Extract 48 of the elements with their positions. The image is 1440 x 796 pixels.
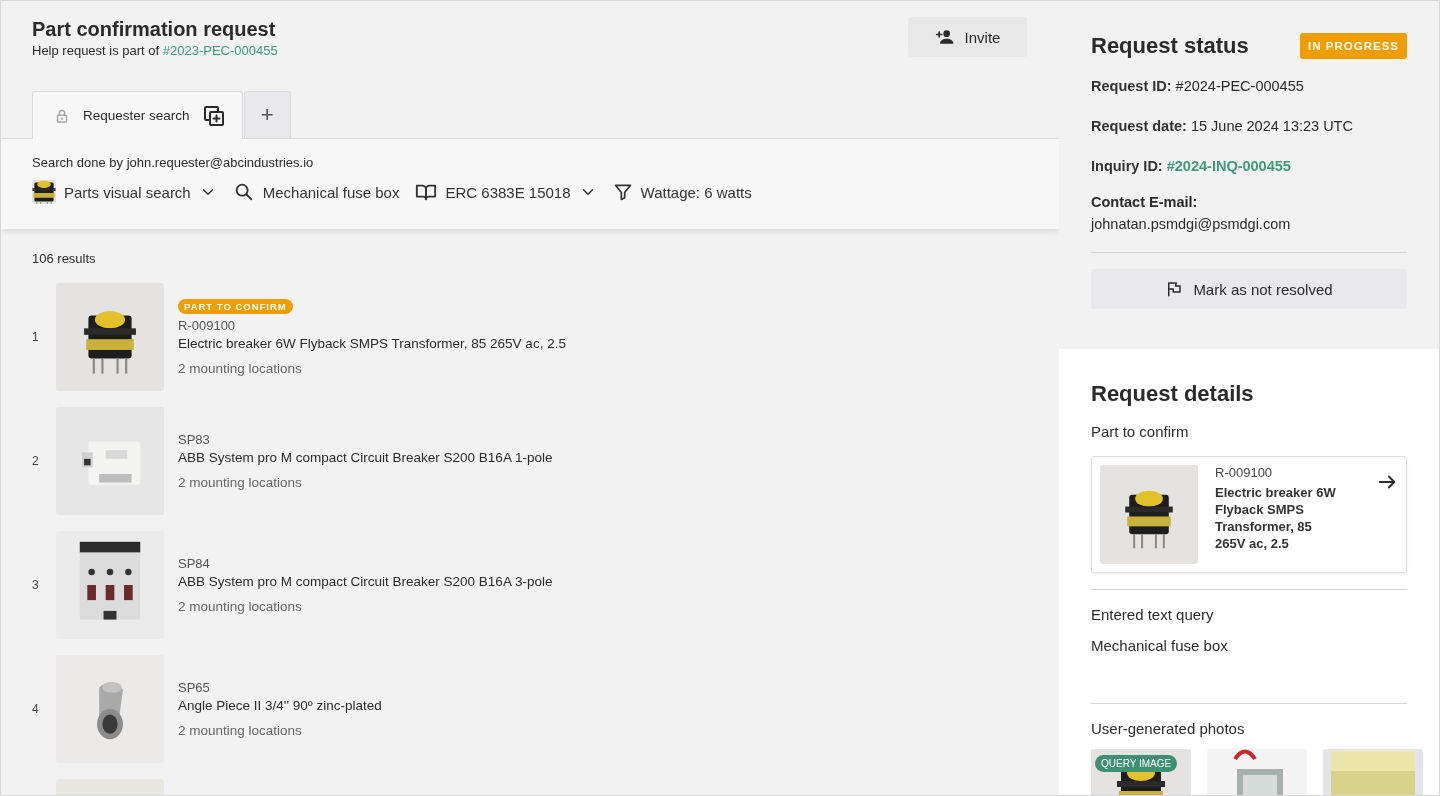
filter-icon: [612, 182, 633, 202]
part-name[interactable]: ABB System pro M compact Circuit Breaker S200 B16A 3-pole: [178, 574, 553, 589]
search-mode-dropdown[interactable]: Parts visual search: [32, 180, 217, 204]
subsection-title: Part to confirm: [1091, 423, 1190, 440]
search-tab[interactable]: Requester search: [32, 91, 243, 139]
page-title: Part confirmation request: [32, 17, 277, 41]
part-name: Electric breaker 6W Flyback SMPS Transformer, 85 265V ac, 2.5: [1215, 484, 1337, 552]
filter-chip[interactable]: Wattage: 6 watts: [612, 182, 752, 202]
section-title: Request status: [1091, 33, 1249, 59]
add-tab[interactable]: +: [243, 91, 291, 138]
duplicate-icon: [201, 103, 226, 128]
part-name[interactable]: Angle Piece II 3/4'' 90º zinc-plated: [178, 698, 382, 713]
part-card[interactable]: R-009100 Electric breaker 6W Flyback SMPS Transformer, 85 265V ac, 2.5: [1091, 456, 1407, 573]
field-label: Inquiry ID:: [1091, 158, 1163, 174]
part-code: R-009100: [1215, 465, 1274, 480]
section-title: Request details: [1091, 381, 1255, 407]
info-field: Request ID: #2024-PEC-000455: [1091, 73, 1407, 99]
subsection-title: Entered text query: [1091, 606, 1215, 623]
part-code: SP65: [178, 680, 211, 695]
info-field: Contact E-mail: johnatan.psmdgi@psmdgi.com: [1091, 191, 1407, 235]
part-code: SP84: [178, 556, 211, 571]
query-image-badge: QUERY IMAGE: [1095, 755, 1178, 772]
info-field: Request date: 15 June 2024 13:23 UTC: [1091, 113, 1407, 139]
status-badge: IN PROGRESS: [1300, 33, 1407, 59]
result-count: 106 results: [31, 250, 97, 268]
row-number: 4: [32, 702, 40, 716]
search-author: Search done by john.requester@abcindustries.io: [32, 155, 315, 170]
subtitle: Help request is part of #2023-PEC-000455: [32, 43, 278, 58]
catalog-dropdown[interactable]: ERC 6383E 15018: [415, 181, 597, 203]
mounting-locations: 2 mounting locations: [178, 475, 303, 490]
part-code: R-009100: [178, 317, 237, 333]
status-badge: PART TO CONFIRM: [178, 298, 293, 314]
add-person-icon: [934, 27, 955, 47]
row-number: 1: [32, 330, 40, 344]
mounting-locations: 2 mounting locations: [178, 599, 303, 614]
row-number: 3: [32, 578, 40, 592]
mounting-locations: 2 mounting locations: [178, 360, 303, 376]
part-name[interactable]: Electric breaker 6W Flyback SMPS Transformer, 85 265V ac, 2.5: [178, 335, 566, 351]
query-chip[interactable]: Mechanical fuse box: [232, 181, 400, 203]
subsection-title: User-generated photos: [1091, 720, 1246, 737]
mounting-locations: 2 mounting locations: [178, 723, 303, 738]
part-name[interactable]: ABB System pro M compact Circuit Breaker S200 B16A 1-pole: [178, 450, 553, 465]
mark-unresolved-button[interactable]: Mark as not resolved: [1091, 269, 1407, 309]
row-number: 2: [32, 454, 40, 468]
query-text: Mechanical fuse box: [1091, 637, 1229, 656]
invite-button[interactable]: Invite: [908, 17, 1027, 57]
part-code: SP83: [178, 432, 211, 447]
flag-icon: [1165, 280, 1184, 298]
